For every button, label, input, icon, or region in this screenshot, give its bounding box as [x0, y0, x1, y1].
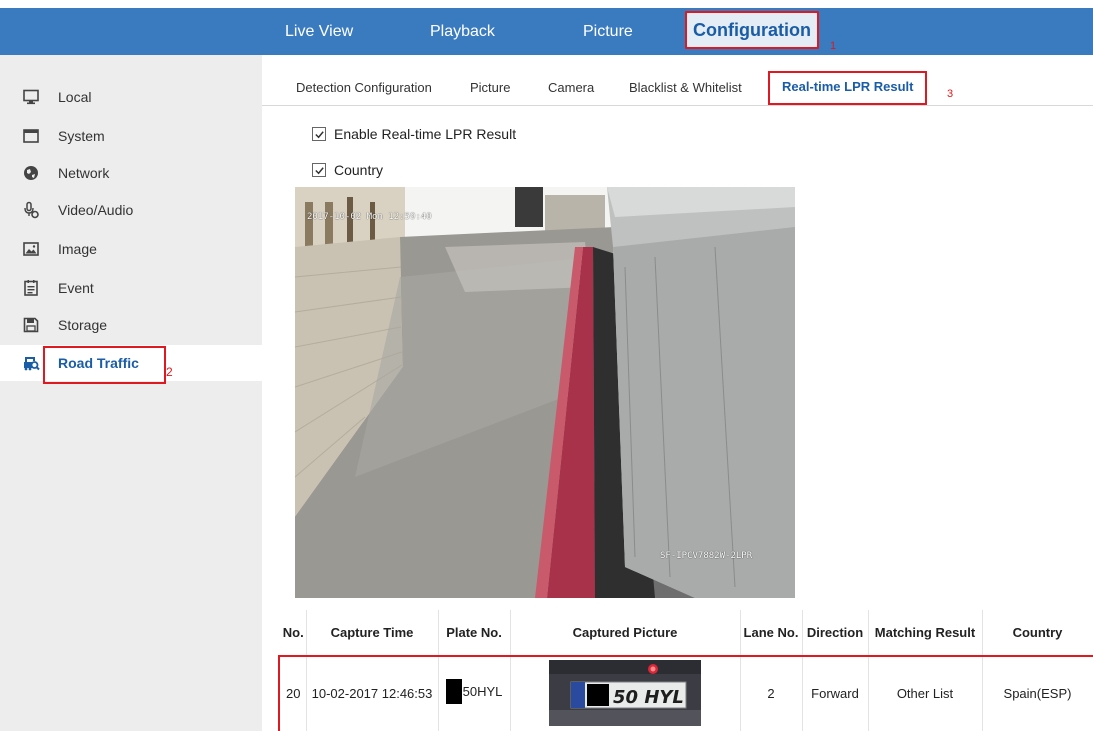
event-list-icon [22, 279, 40, 297]
callout-number-2: 2 [166, 365, 173, 379]
vehicle-search-icon [22, 354, 40, 372]
enable-realtime-lpr-label: Enable Real-time LPR Result [334, 126, 517, 142]
header-direction: Direction [802, 610, 869, 656]
nav-configuration[interactable]: Configuration [685, 11, 819, 49]
nav-playback[interactable]: Playback [430, 8, 495, 55]
header-country: Country [982, 610, 1093, 656]
table-header-row: No. Capture Time Plate No. Captured Pict… [281, 610, 1093, 656]
checkmark-icon [314, 166, 324, 174]
header-lane-no: Lane No. [740, 610, 803, 656]
enable-realtime-lpr-option: Enable Real-time LPR Result [312, 126, 516, 142]
config-subtabs: Detection Configuration Picture Camera B… [262, 70, 1093, 106]
monitor-icon [22, 88, 40, 106]
sidebar-item-video-audio[interactable]: Video/Audio [0, 192, 262, 228]
sidebar-item-label: Network [58, 165, 110, 181]
sidebar-item-event[interactable]: Event [0, 270, 262, 306]
header-captured-picture: Captured Picture [510, 610, 741, 656]
sidebar-item-label: System [58, 128, 105, 144]
camera-timestamp-overlay: 2017-10-02 Mon 12:59:40 [307, 212, 432, 222]
sidebar-item-label: Local [58, 89, 92, 105]
sidebar-item-local[interactable]: Local [0, 79, 262, 115]
sidebar: Local System Network Video/Audio Image E… [0, 55, 262, 731]
tab-camera[interactable]: Camera [548, 70, 594, 105]
checkmark-icon [314, 130, 324, 138]
callout-number-1: 1 [830, 40, 837, 52]
system-window-icon [22, 127, 40, 145]
sidebar-item-label: Video/Audio [58, 202, 134, 218]
top-navigation-bar: Live View Playback Picture Configuration [0, 8, 1093, 55]
enable-realtime-lpr-checkbox[interactable] [312, 127, 326, 141]
sidebar-item-network[interactable]: Network [0, 155, 262, 191]
sidebar-item-label: Event [58, 280, 94, 296]
road-traffic-highlight-box [43, 346, 166, 384]
tab-detection-configuration[interactable]: Detection Configuration [296, 70, 432, 105]
header-matching-result: Matching Result [868, 610, 983, 656]
callout-number-3: 3 [947, 88, 954, 100]
header-no: No. [281, 610, 307, 656]
header-plate-no: Plate No. [438, 610, 511, 656]
header-capture-time: Capture Time [306, 610, 439, 656]
tab-realtime-lpr-result[interactable]: Real-time LPR Result [768, 71, 928, 105]
camera-name-overlay: SF-IPCV7882W-2LPR [660, 551, 753, 561]
camera-picture: 2017-10-02 Mon 12:59:40 SF-IPCV7882W-2LP… [295, 187, 795, 598]
tab-picture[interactable]: Picture [470, 70, 510, 105]
country-label: Country [334, 162, 384, 178]
image-icon [22, 240, 40, 258]
globe-icon [22, 164, 40, 182]
sidebar-item-system[interactable]: System [0, 118, 262, 154]
result-row-highlight-box [278, 655, 1093, 731]
sidebar-item-image[interactable]: Image [0, 231, 262, 267]
sidebar-item-storage[interactable]: Storage [0, 307, 262, 343]
camera-scene-image [295, 187, 795, 598]
floppy-disk-icon [22, 316, 40, 334]
nav-picture[interactable]: Picture [583, 8, 633, 55]
country-checkbox[interactable] [312, 163, 326, 177]
sidebar-item-label: Storage [58, 317, 108, 333]
microphone-icon [22, 201, 40, 219]
country-option: Country [312, 162, 383, 178]
nav-live-view[interactable]: Live View [285, 8, 353, 55]
tab-blacklist-whitelist[interactable]: Blacklist & Whitelist [629, 70, 742, 105]
sidebar-item-label: Image [58, 241, 97, 257]
